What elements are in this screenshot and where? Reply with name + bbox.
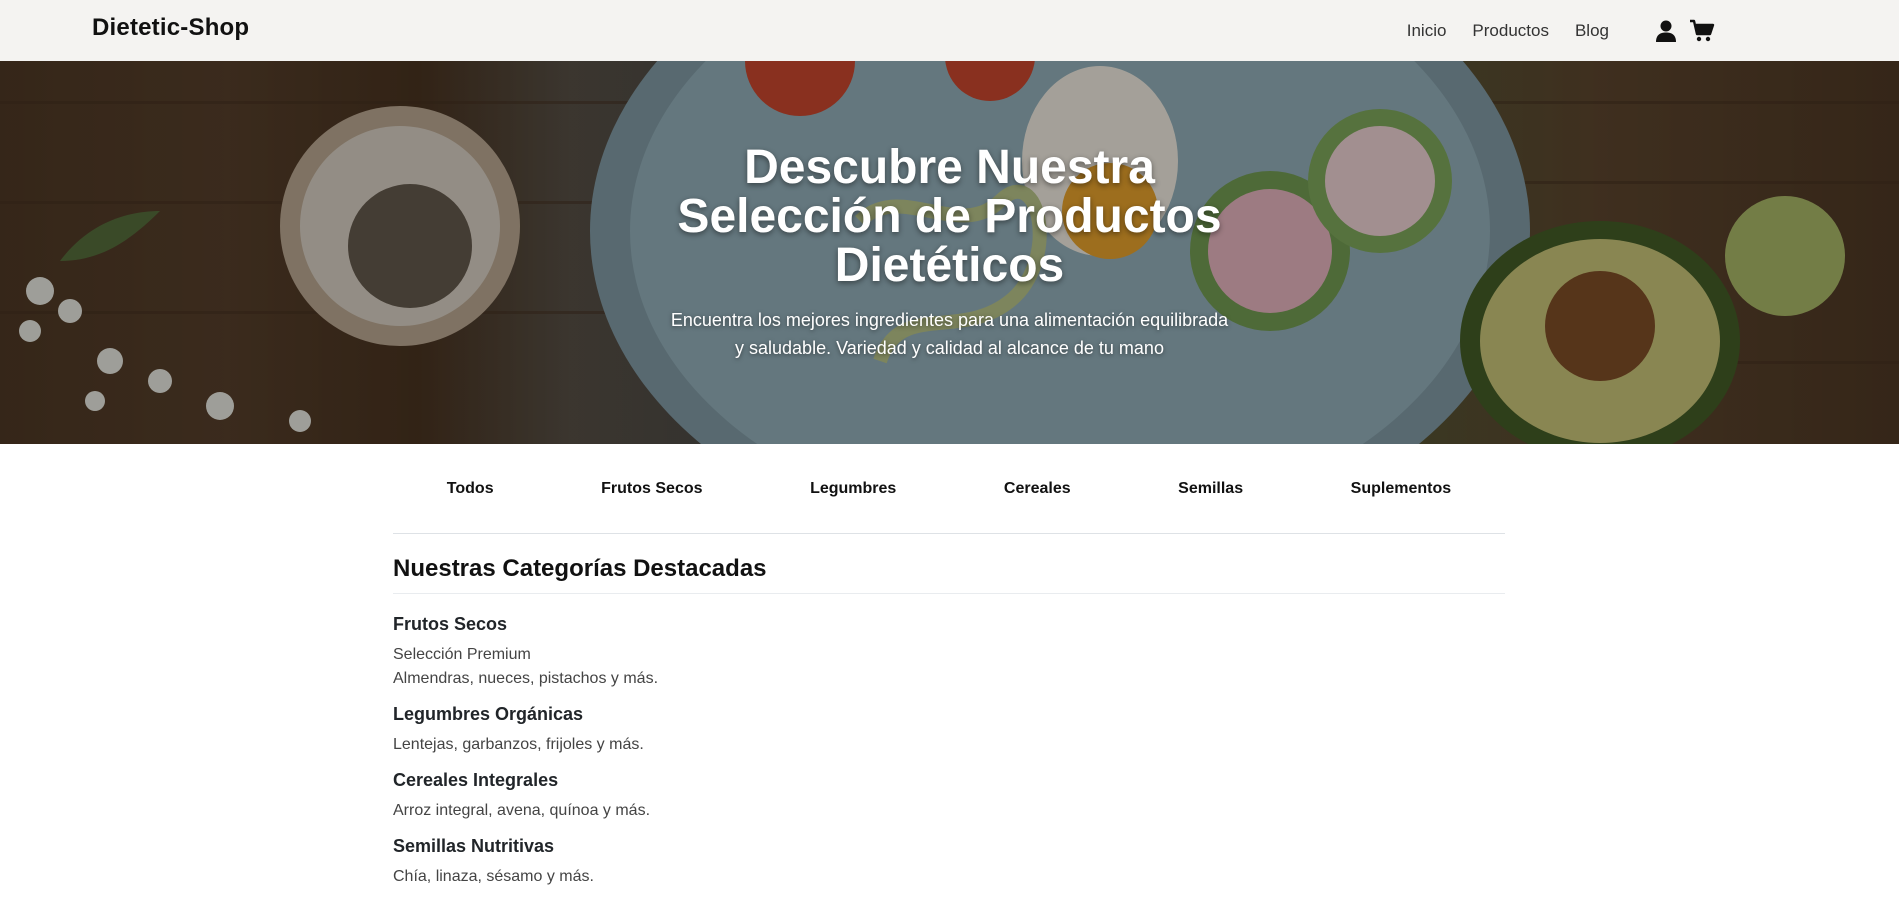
category-tagline: Selección Premium xyxy=(393,646,531,663)
cart-icon[interactable] xyxy=(1689,19,1715,43)
tab-legumbres[interactable]: Legumbres xyxy=(798,472,908,506)
category-item: Legumbres Orgánicas Lentejas, garbanzos,… xyxy=(393,704,1505,756)
tab-cereales[interactable]: Cereales xyxy=(992,472,1083,506)
section-title: Nuestras Categorías Destacadas xyxy=(393,555,1505,594)
category-item: Semillas Nutritivas Chía, linaza, sésamo… xyxy=(393,836,1505,888)
category-tabs: Todos Frutos Secos Legumbres Cereales Se… xyxy=(393,444,1505,534)
brand-logo[interactable]: Dietetic-Shop xyxy=(92,14,249,42)
tab-semillas[interactable]: Semillas xyxy=(1166,472,1255,506)
user-icon[interactable] xyxy=(1655,19,1679,43)
category-name: Cereales Integrales xyxy=(393,770,559,790)
category-item: Frutos Secos Selección Premium Almendras… xyxy=(393,614,1505,690)
featured-categories: Nuestras Categorías Destacadas Frutos Se… xyxy=(393,555,1505,888)
hero-title: Descubre Nuestra Selección de Productos … xyxy=(677,141,1222,292)
hero-subtitle: Encuentra los mejores ingredientes para … xyxy=(670,310,1229,358)
hero-content: Descubre Nuestra Selección de Productos … xyxy=(0,143,1899,362)
nav-link-blog[interactable]: Blog xyxy=(1575,21,1609,41)
hero-banner: Descubre Nuestra Selección de Productos … xyxy=(0,61,1899,444)
tab-suplementos[interactable]: Suplementos xyxy=(1339,472,1463,506)
tab-frutos-secos[interactable]: Frutos Secos xyxy=(589,472,714,506)
category-item: Cereales Integrales Arroz integral, aven… xyxy=(393,770,1505,822)
category-description: Almendras, nueces, pistachos y más. xyxy=(393,670,659,687)
category-name: Frutos Secos xyxy=(393,614,508,634)
category-name: Legumbres Orgánicas xyxy=(393,704,584,724)
nav-link-productos[interactable]: Productos xyxy=(1472,21,1549,41)
category-description: Lentejas, garbanzos, frijoles y más. xyxy=(393,736,644,753)
nav-link-inicio[interactable]: Inicio xyxy=(1407,21,1447,41)
category-name: Semillas Nutritivas xyxy=(393,836,555,856)
category-description: Chía, linaza, sésamo y más. xyxy=(393,868,594,885)
nav-links: Inicio Productos Blog xyxy=(1407,19,1715,43)
navbar: Dietetic-Shop Inicio Productos Blog xyxy=(0,0,1899,61)
category-description: Arroz integral, avena, quínoa y más. xyxy=(393,802,651,819)
tab-todos[interactable]: Todos xyxy=(435,472,506,506)
